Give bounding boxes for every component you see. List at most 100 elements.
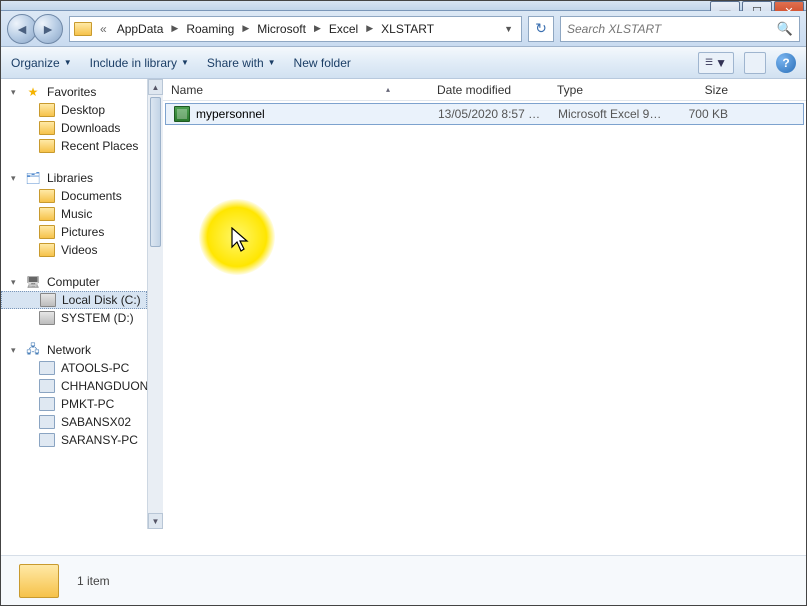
pc-icon	[39, 415, 55, 429]
breadcrumb-excel[interactable]: Excel	[325, 20, 362, 38]
sidebar-computer[interactable]: ▾ 🖥 Computer	[1, 273, 147, 291]
folder-icon	[19, 564, 59, 598]
breadcrumb-prefix[interactable]: «	[96, 22, 111, 36]
breadcrumb-microsoft[interactable]: Microsoft	[253, 20, 310, 38]
breadcrumb-roaming[interactable]: Roaming	[182, 20, 238, 38]
column-size[interactable]: Size	[671, 83, 737, 97]
status-item-count: 1 item	[77, 574, 110, 588]
sidebar-item-pictures[interactable]: Pictures	[1, 223, 147, 241]
breadcrumb-arrow[interactable]: ▶	[364, 23, 375, 34]
navigation-bar: ◄ ► « AppData ▶ Roaming ▶ Microsoft ▶ Ex…	[1, 11, 806, 47]
folder-icon	[39, 103, 55, 117]
documents-icon	[39, 189, 55, 203]
network-label: Network	[47, 343, 91, 357]
star-icon: ★	[25, 85, 41, 99]
network-icon: 🖧	[25, 343, 41, 357]
sidebar-scrollbar[interactable]: ▲ ▼	[147, 79, 163, 529]
pc-icon	[39, 397, 55, 411]
scroll-down-icon[interactable]: ▼	[148, 513, 163, 529]
breadcrumb-arrow[interactable]: ▶	[240, 23, 251, 34]
include-in-library-button[interactable]: Include in library ▼	[90, 56, 189, 70]
sidebar-item-system-d[interactable]: SYSTEM (D:)	[1, 309, 147, 327]
sidebar-item-network-pc[interactable]: PMKT-PC	[1, 395, 147, 413]
search-box[interactable]: 🔍	[560, 16, 800, 42]
new-folder-button[interactable]: New folder	[294, 56, 351, 70]
videos-icon	[39, 243, 55, 257]
collapse-icon: ▾	[11, 87, 16, 98]
breadcrumb-xlstart[interactable]: XLSTART	[377, 20, 438, 38]
include-label: Include in library	[90, 56, 177, 70]
main-area: ▾ ★ Favorites Desktop Downloads Recent P…	[1, 79, 806, 529]
pc-icon	[39, 433, 55, 447]
drive-icon	[40, 293, 56, 307]
file-date: 13/05/2020 8:57 PM	[430, 107, 550, 121]
pc-icon	[39, 379, 55, 393]
view-options-button[interactable]: ☰ ▼	[698, 52, 734, 74]
libraries-label: Libraries	[47, 171, 93, 185]
sidebar-item-downloads[interactable]: Downloads	[1, 119, 147, 137]
computer-icon: 🖥	[25, 275, 41, 289]
music-icon	[39, 207, 55, 221]
sidebar-item-network-pc[interactable]: CHHANGDUON	[1, 377, 147, 395]
organize-label: Organize	[11, 56, 60, 70]
scroll-up-icon[interactable]: ▲	[148, 79, 163, 95]
breadcrumb-arrow[interactable]: ▶	[169, 23, 180, 34]
sidebar-item-documents[interactable]: Documents	[1, 187, 147, 205]
address-bar[interactable]: « AppData ▶ Roaming ▶ Microsoft ▶ Excel …	[69, 16, 522, 42]
sidebar-item-recent-places[interactable]: Recent Places	[1, 137, 147, 155]
breadcrumb-arrow[interactable]: ▶	[312, 23, 323, 34]
forward-button[interactable]: ►	[33, 14, 63, 44]
chevron-down-icon: ▼	[268, 58, 276, 67]
status-bar: 1 item	[1, 555, 806, 605]
organize-button[interactable]: Organize ▼	[11, 56, 72, 70]
sidebar-item-local-disk-c[interactable]: Local Disk (C:)	[1, 291, 147, 309]
file-list: Name ▴ Date modified Type Size mypersonn…	[163, 79, 806, 529]
column-headers: Name ▴ Date modified Type Size	[163, 79, 806, 101]
breadcrumb-appdata[interactable]: AppData	[113, 20, 168, 38]
collapse-icon: ▾	[11, 173, 16, 184]
sidebar-item-network-pc[interactable]: SARANSY-PC	[1, 431, 147, 449]
sidebar-item-desktop[interactable]: Desktop	[1, 101, 147, 119]
scroll-thumb[interactable]	[150, 97, 161, 247]
titlebar: — ☐ ✕	[1, 1, 806, 11]
column-name[interactable]: Name ▴	[163, 83, 429, 97]
excel-file-icon	[174, 106, 190, 122]
folder-icon	[39, 121, 55, 135]
drive-icon	[39, 311, 55, 325]
sidebar-item-network-pc[interactable]: SABANSX02	[1, 413, 147, 431]
column-type[interactable]: Type	[549, 83, 671, 97]
file-row-mypersonnel[interactable]: mypersonnel 13/05/2020 8:57 PM Microsoft…	[165, 103, 804, 125]
chevron-down-icon: ▼	[181, 58, 189, 67]
pc-icon	[39, 361, 55, 375]
share-label: Share with	[207, 56, 264, 70]
sidebar-libraries[interactable]: ▾ 🗂 Libraries	[1, 169, 147, 187]
search-icon[interactable]: 🔍	[777, 21, 793, 37]
folder-icon	[74, 22, 92, 36]
collapse-icon: ▾	[11, 345, 16, 356]
file-name: mypersonnel	[196, 107, 265, 121]
computer-label: Computer	[47, 275, 100, 289]
file-type: Microsoft Excel 97...	[550, 107, 672, 121]
preview-pane-button[interactable]	[744, 52, 766, 74]
toolbar: Organize ▼ Include in library ▼ Share wi…	[1, 47, 806, 79]
share-with-button[interactable]: Share with ▼	[207, 56, 276, 70]
favorites-label: Favorites	[47, 85, 96, 99]
folder-icon	[39, 139, 55, 153]
sidebar-item-videos[interactable]: Videos	[1, 241, 147, 259]
address-dropdown-icon[interactable]: ▼	[500, 24, 517, 34]
search-input[interactable]	[567, 22, 777, 36]
pictures-icon	[39, 225, 55, 239]
chevron-down-icon: ▼	[64, 58, 72, 67]
library-icon: 🗂	[25, 171, 41, 185]
navigation-pane: ▾ ★ Favorites Desktop Downloads Recent P…	[1, 79, 147, 529]
help-button[interactable]: ?	[776, 53, 796, 73]
file-size: 700 KB	[672, 107, 736, 121]
sidebar-network[interactable]: ▾ 🖧 Network	[1, 341, 147, 359]
sidebar-item-music[interactable]: Music	[1, 205, 147, 223]
refresh-button[interactable]: ↻	[528, 16, 554, 42]
column-date[interactable]: Date modified	[429, 83, 549, 97]
collapse-icon: ▾	[11, 277, 16, 288]
sidebar-favorites[interactable]: ▾ ★ Favorites	[1, 83, 147, 101]
sidebar-item-network-pc[interactable]: ATOOLS-PC	[1, 359, 147, 377]
sort-indicator-icon: ▴	[386, 85, 420, 94]
